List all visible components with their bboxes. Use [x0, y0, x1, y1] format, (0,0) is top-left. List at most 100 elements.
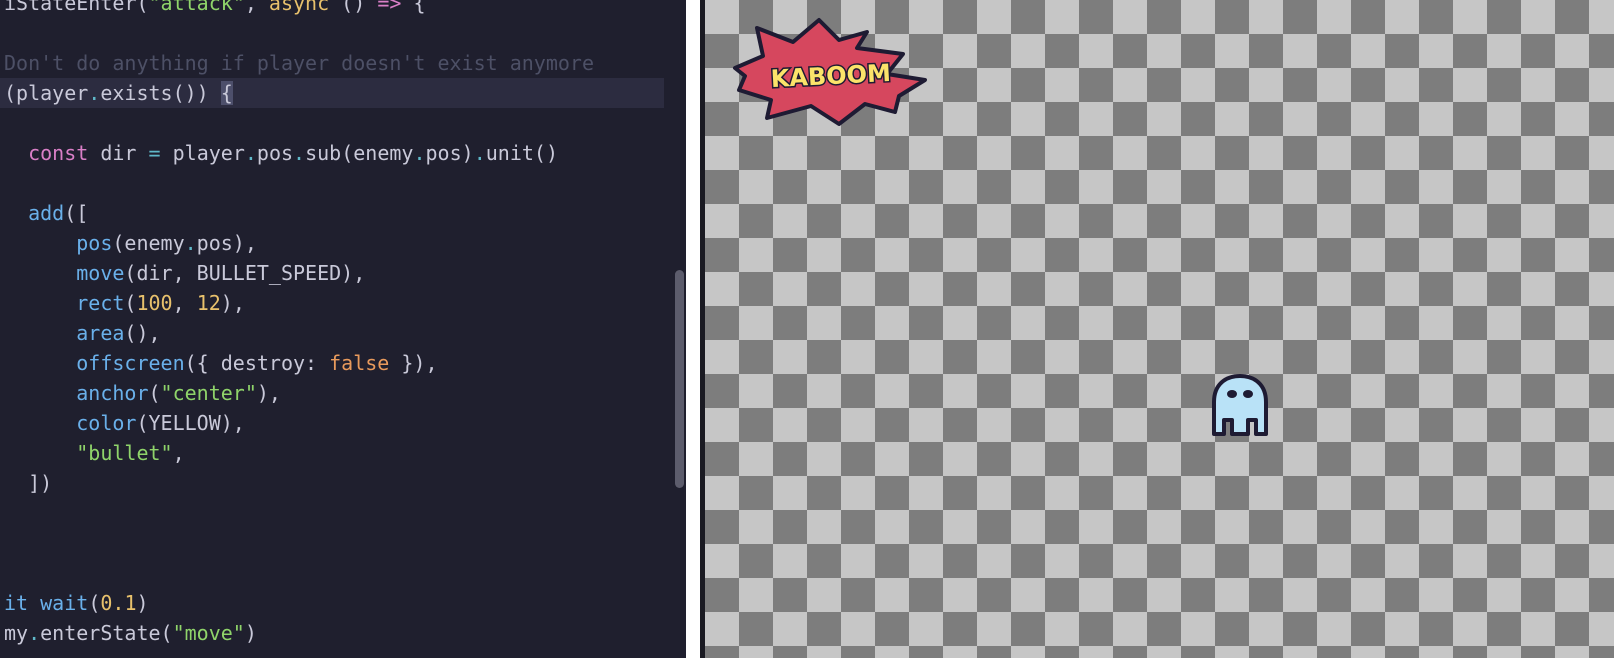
code-token: async [268, 0, 330, 15]
code-token: . [293, 141, 306, 165]
code-line[interactable]: area(), [0, 318, 161, 348]
code-token: (), [124, 321, 161, 345]
code-line[interactable] [0, 168, 4, 198]
code-token: ) [244, 621, 257, 645]
code-token: ), [256, 381, 281, 405]
code-token: "center" [160, 381, 257, 405]
code-token: (enemy [112, 231, 185, 255]
code-token: exists()) [100, 81, 221, 105]
pane-divider[interactable] [686, 0, 700, 658]
code-token: iStateEnter( [4, 0, 149, 15]
code-token: { [401, 0, 426, 15]
code-line[interactable]: move(dir, BULLET_SPEED), [0, 258, 365, 288]
code-token: ]) [4, 471, 53, 495]
code-line[interactable] [0, 558, 4, 588]
code-token: wait [40, 591, 89, 615]
code-token: "move" [172, 621, 245, 645]
code-token: rect [76, 291, 125, 315]
code-line[interactable]: add([ [0, 198, 88, 228]
game-canvas[interactable]: KABOOM [705, 0, 1614, 658]
code-token: 100 [136, 291, 173, 315]
code-token: Don't do anything if player doesn't exis… [4, 51, 595, 75]
code-token: (YELLOW), [136, 411, 245, 435]
code-token: dir [88, 141, 149, 165]
editor-scrollbar-thumb[interactable] [675, 270, 684, 488]
ghost-eye-right [1243, 390, 1253, 398]
code-token: ( [88, 591, 101, 615]
code-token: 0.1 [100, 591, 137, 615]
code-token: }), [389, 351, 438, 375]
code-line[interactable] [0, 18, 4, 48]
code-token: offscreen [76, 351, 185, 375]
code-token: . [473, 141, 486, 165]
code-line[interactable]: color(YELLOW), [0, 408, 245, 438]
code-token: . [244, 141, 257, 165]
kaboom-logo: KABOOM [733, 18, 927, 126]
text-cursor: { [220, 81, 233, 105]
code-line[interactable]: rect(100, 12), [0, 288, 245, 318]
code-token: () [329, 0, 378, 15]
code-line[interactable] [0, 108, 4, 138]
code-token: => [377, 0, 402, 15]
code-token: ) [136, 591, 149, 615]
code-line[interactable]: my.enterState("move") [0, 618, 257, 648]
code-line[interactable]: Don't do anything if player doesn't exis… [0, 48, 594, 78]
code-line[interactable] [0, 498, 4, 528]
code-token: player [160, 141, 245, 165]
code-line[interactable]: it wait(0.1) [0, 588, 149, 618]
code-line[interactable]: offscreen({ destroy: false }), [0, 348, 438, 378]
code-token: color [76, 411, 137, 435]
code-token: (player [4, 81, 89, 105]
code-token: , [172, 441, 185, 465]
code-token: ), [220, 291, 245, 315]
ghost-eye-left [1227, 390, 1237, 398]
code-line[interactable]: const dir = player.pos.sub(enemy.pos).un… [0, 138, 558, 168]
code-token: const [28, 141, 89, 165]
code-token: add [28, 201, 65, 225]
code-token: "attack" [148, 0, 245, 15]
ghost-body [1212, 374, 1268, 436]
code-token: . [88, 81, 101, 105]
ghost-enemy [1212, 374, 1268, 436]
code-token: false [329, 351, 390, 375]
code-token: , [244, 0, 269, 15]
code-line[interactable]: iStateEnter("attack", async () => { [0, 0, 426, 18]
code-token: "bullet" [76, 441, 173, 465]
code-line[interactable]: anchor("center"), [0, 378, 281, 408]
code-token: my [4, 621, 29, 645]
code-token: = [148, 141, 161, 165]
code-token: , [172, 291, 197, 315]
code-token: unit() [485, 141, 558, 165]
code-token: pos [76, 231, 113, 255]
code-token: pos [256, 141, 294, 165]
code-token: ( [124, 291, 137, 315]
code-token: . [184, 231, 197, 255]
code-line[interactable]: "bullet", [0, 438, 185, 468]
code-token: anchor [76, 381, 149, 405]
code-line-current[interactable]: (player.exists()) { [0, 78, 664, 108]
code-line[interactable]: pos(enemy.pos), [0, 228, 257, 258]
code-token: 12 [196, 291, 221, 315]
code-token: sub(enemy [305, 141, 414, 165]
code-token: ( [148, 381, 161, 405]
code-token: (dir, BULLET_SPEED), [124, 261, 366, 285]
code-line[interactable]: ]) [0, 468, 52, 498]
code-line[interactable] [0, 528, 4, 558]
code-token: . [413, 141, 426, 165]
code-token: ([ [64, 201, 89, 225]
code-token: area [76, 321, 125, 345]
code-token: ({ destroy: [184, 351, 330, 375]
code-editor[interactable]: iStateEnter("attack", async () => { Don't… [0, 0, 664, 658]
code-token: move [76, 261, 125, 285]
